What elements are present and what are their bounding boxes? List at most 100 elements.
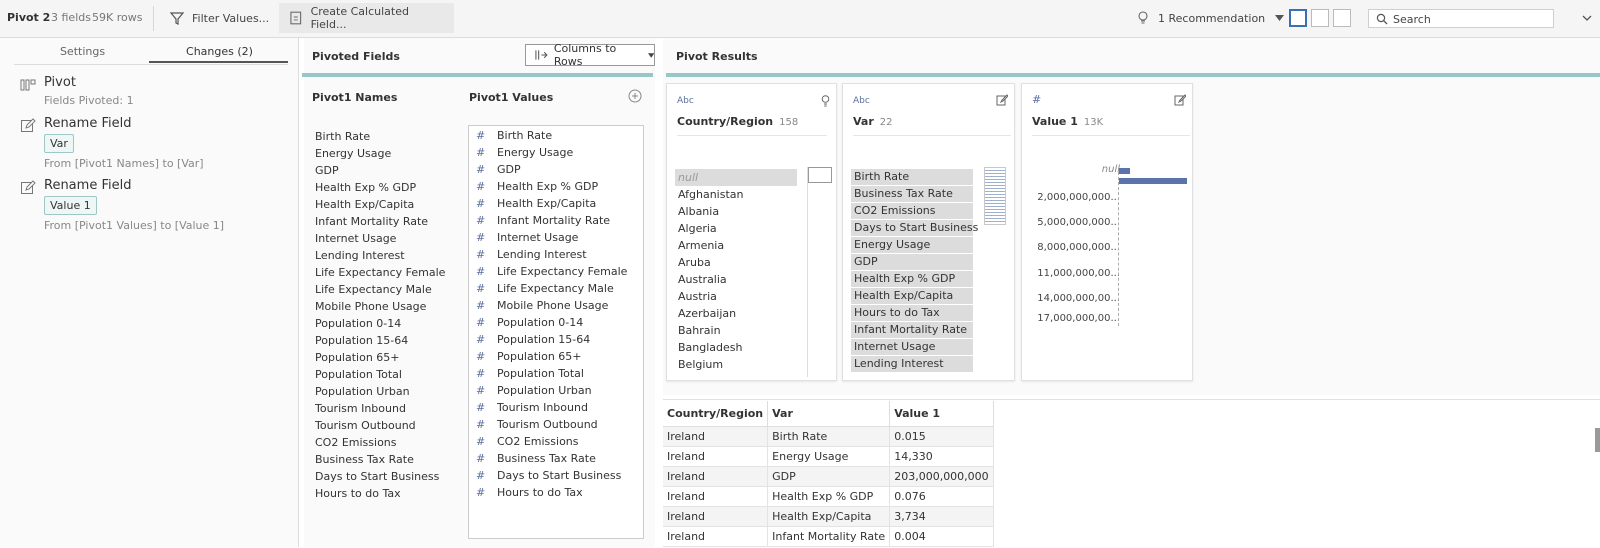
profile-value-item[interactable]: Belgium bbox=[675, 356, 797, 373]
change-pivot[interactable]: Pivot Fields Pivoted: 1 bbox=[20, 75, 280, 107]
tab-changes[interactable]: Changes (2) bbox=[151, 45, 288, 58]
profile-value-item[interactable]: Austria bbox=[675, 288, 797, 305]
profile-value-item[interactable]: Internet Usage bbox=[851, 339, 973, 356]
data-grid-view-icon[interactable] bbox=[1333, 9, 1351, 27]
table-cell[interactable]: Ireland bbox=[663, 486, 769, 507]
profile-value-item[interactable]: Energy Usage bbox=[851, 237, 973, 254]
card-scroll-minimap[interactable] bbox=[984, 167, 1006, 225]
profile-value-item[interactable]: null bbox=[675, 169, 797, 186]
change-rename-var[interactable]: Rename Field Var From [Pivot1 Names] to … bbox=[20, 116, 280, 170]
table-cell[interactable]: Energy Usage bbox=[767, 446, 891, 467]
pivot-value-item[interactable]: # GDP bbox=[469, 161, 627, 178]
pivot-value-item[interactable]: # Energy Usage bbox=[469, 144, 627, 161]
pivot-value-item[interactable]: # Population 15-64 bbox=[469, 331, 627, 348]
table-cell[interactable]: 203,000,000,000 bbox=[889, 466, 994, 487]
profile-value-item[interactable]: Bangladesh bbox=[675, 339, 797, 356]
pivot-value-item[interactable]: # Health Exp/Capita bbox=[469, 195, 627, 212]
table-cell[interactable]: Ireland bbox=[663, 526, 769, 547]
number-type-icon: # bbox=[476, 180, 486, 193]
pivot-value-item[interactable]: # Hours to do Tax bbox=[469, 484, 627, 501]
edit-icon[interactable] bbox=[996, 94, 1008, 106]
changes-panel: Settings Changes (2) Pivot Fields Pivote… bbox=[0, 38, 299, 547]
pivot-value-item[interactable]: # Birth Rate bbox=[469, 127, 627, 144]
profile-value-item[interactable]: Afghanistan bbox=[675, 186, 797, 203]
pivot-value-item[interactable]: # Population 0-14 bbox=[469, 314, 627, 331]
list-view-icon[interactable] bbox=[1311, 9, 1329, 27]
grid-header-var[interactable]: Var bbox=[767, 401, 891, 427]
table-cell[interactable]: GDP bbox=[767, 466, 891, 487]
table-cell[interactable]: 0.076 bbox=[889, 486, 994, 507]
pivot-value-item[interactable]: # Health Exp % GDP bbox=[469, 178, 627, 195]
change-rename-value[interactable]: Rename Field Value 1 From [Pivot1 Values… bbox=[20, 178, 280, 232]
pivot-value-item[interactable]: # Population Urban bbox=[469, 382, 627, 399]
pivot-type-dropdown[interactable]: Columns to Rows bbox=[525, 42, 655, 68]
histogram-bar[interactable] bbox=[1119, 178, 1187, 184]
profile-value-item[interactable]: Bahrain bbox=[675, 322, 797, 339]
pivot-value-item[interactable]: # Life Expectancy Male bbox=[469, 280, 627, 297]
profile-value-item[interactable]: Health Exp/Capita bbox=[851, 288, 973, 305]
profile-value-item[interactable]: Days to Start Business bbox=[851, 220, 978, 237]
pivot-value-item[interactable]: # Mobile Phone Usage bbox=[469, 297, 627, 314]
profile-value-item[interactable]: Aruba bbox=[675, 254, 797, 271]
profile-view-icon[interactable] bbox=[1289, 9, 1307, 27]
pivot-value-item[interactable]: # Business Tax Rate bbox=[469, 450, 627, 467]
pivot-value-item[interactable]: # Infant Mortality Rate bbox=[469, 212, 627, 229]
profile-value-item[interactable]: CO2 Emissions bbox=[851, 203, 973, 220]
table-cell[interactable]: Health Exp % GDP bbox=[767, 486, 891, 507]
grid-vertical-scrollbar[interactable] bbox=[1595, 428, 1600, 452]
profile-card-country-region[interactable]: Abc Country/Region 158 null Afghanistan Alb… bbox=[666, 83, 837, 381]
pivot-value-item[interactable]: # Lending Interest bbox=[469, 246, 627, 263]
search-input[interactable]: Search bbox=[1368, 9, 1554, 28]
create-calculated-field-button[interactable]: Create Calculated Field... bbox=[279, 3, 454, 33]
lightbulb-icon[interactable] bbox=[821, 95, 830, 107]
grid-header-value1[interactable]: Value 1 bbox=[889, 401, 994, 427]
pivot-value-item[interactable]: # Population 65+ bbox=[469, 348, 627, 365]
profile-value-item[interactable]: Birth Rate bbox=[851, 169, 973, 186]
profile-card-value1[interactable]: # Value 1 13K null 2,000,000,000... 5,000,0… bbox=[1021, 83, 1193, 381]
pivot-value-item[interactable]: # Tourism Outbound bbox=[469, 416, 627, 433]
table-cell[interactable]: 0.004 bbox=[889, 526, 994, 547]
table-row: Ireland Energy Usage 14,330 bbox=[663, 446, 994, 467]
profile-value-item[interactable]: Azerbaijan bbox=[675, 305, 797, 322]
filter-values-button[interactable]: Filter Values... bbox=[160, 3, 279, 33]
profile-value-item[interactable]: Albania bbox=[675, 203, 797, 220]
pivot-value-item[interactable]: # Tourism Inbound bbox=[469, 399, 627, 416]
pivot-values-title: Pivot1 Values bbox=[469, 91, 554, 104]
table-cell[interactable]: Ireland bbox=[663, 466, 769, 487]
edit-icon[interactable] bbox=[1174, 94, 1186, 106]
pivot-value-item[interactable]: # Population Total bbox=[469, 365, 627, 382]
profile-card-var[interactable]: Abc Var 22 Birth Rate Business Tax Rate CO2… bbox=[842, 83, 1015, 381]
table-cell[interactable]: Ireland bbox=[663, 506, 769, 527]
profile-value-item[interactable]: GDP bbox=[851, 254, 973, 271]
card-scroll-thumb[interactable] bbox=[808, 167, 832, 183]
table-cell[interactable]: 14,330 bbox=[889, 446, 994, 467]
table-cell[interactable]: 0.015 bbox=[889, 426, 994, 447]
table-cell[interactable]: Health Exp/Capita bbox=[767, 506, 891, 527]
table-cell[interactable]: Birth Rate bbox=[767, 426, 891, 447]
profile-value-item[interactable]: Algeria bbox=[675, 220, 797, 237]
table-cell[interactable]: Ireland bbox=[663, 446, 769, 467]
pivot-value-item[interactable]: # Life Expectancy Female bbox=[469, 263, 627, 280]
grid-header-country-region[interactable]: Country/Region bbox=[663, 401, 769, 427]
pivot-value-item[interactable]: # Internet Usage bbox=[469, 229, 627, 246]
profile-value-item[interactable]: Health Exp % GDP bbox=[851, 271, 973, 288]
profile-value-item[interactable]: Armenia bbox=[675, 237, 797, 254]
profile-value-item[interactable]: Lending Interest bbox=[851, 356, 973, 373]
histogram-bar-null[interactable] bbox=[1119, 168, 1130, 174]
pivot-value-item[interactable]: # Days to Start Business bbox=[469, 467, 627, 484]
profile-value-item[interactable]: Business Tax Rate bbox=[851, 186, 973, 203]
collapse-chevron-icon[interactable] bbox=[1582, 15, 1592, 22]
add-field-icon[interactable] bbox=[628, 89, 642, 103]
table-cell[interactable]: 3,734 bbox=[889, 506, 994, 527]
profile-value-item-label: Infant Mortality Rate bbox=[854, 323, 968, 336]
pivot-value-item[interactable]: # CO2 Emissions bbox=[469, 433, 627, 450]
profile-value-item[interactable]: Hours to do Tax bbox=[851, 305, 973, 322]
table-cell[interactable]: Infant Mortality Rate bbox=[767, 526, 891, 547]
pivot-values-dropzone[interactable]: # Birth Rate # Energy Usage # GDP # Health Exp … bbox=[468, 125, 644, 539]
table-cell[interactable]: Ireland bbox=[663, 426, 769, 447]
profile-value-item[interactable]: Australia bbox=[675, 271, 797, 288]
recommendations-button[interactable]: 1 Recommendation bbox=[1127, 3, 1294, 33]
search-placeholder: Search bbox=[1393, 13, 1431, 26]
tab-settings[interactable]: Settings bbox=[14, 45, 151, 58]
profile-value-item[interactable]: Infant Mortality Rate bbox=[851, 322, 973, 339]
